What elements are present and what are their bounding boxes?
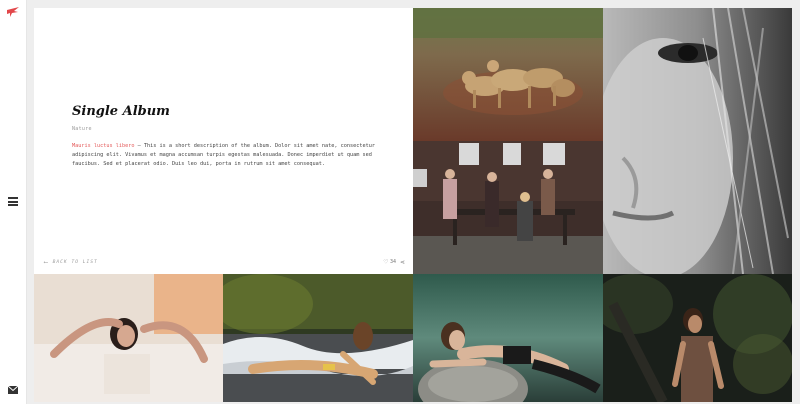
photo-rock[interactable] (413, 274, 603, 402)
album-category[interactable]: Nature (72, 126, 92, 132)
arrow-left-icon: ⟵ (44, 259, 49, 266)
photo-lions[interactable] (413, 8, 603, 141)
share-icon[interactable]: ⋖ (400, 259, 405, 266)
photo-bath[interactable] (34, 274, 223, 402)
photo-beach[interactable] (223, 274, 413, 402)
album-info-card: Single Album Nature Mauris luctus libero… (34, 8, 413, 274)
back-to-list-label: BACK TO LIST (52, 260, 98, 265)
album-title: Single Album (72, 104, 170, 119)
photo-forest[interactable] (603, 274, 792, 402)
bird-logo-icon[interactable] (6, 6, 20, 18)
hamburger-menu-icon[interactable] (8, 197, 18, 206)
album-description: Mauris luctus libero – This is a short d… (72, 142, 382, 169)
likes-count: 34 (389, 259, 396, 265)
photo-group-bench[interactable] (413, 141, 603, 274)
description-lead: Mauris luctus libero (72, 143, 135, 149)
heart-icon[interactable]: ♡ (384, 258, 388, 266)
top-strip (27, 0, 800, 8)
left-nav-rail (0, 0, 27, 404)
photo-face-portrait[interactable] (603, 8, 792, 274)
envelope-icon[interactable] (8, 386, 18, 394)
back-to-list-link[interactable]: ⟵ BACK TO LIST (44, 259, 98, 266)
likes-area: ♡ 34 ⋖ (384, 258, 405, 266)
